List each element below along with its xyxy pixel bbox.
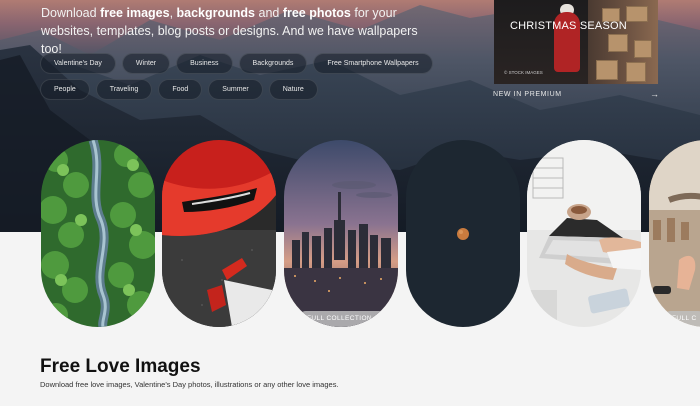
tag-people[interactable]: People bbox=[40, 79, 90, 100]
tag-winter[interactable]: Winter bbox=[121, 53, 171, 74]
hero-intro-highlight[interactable]: free photos bbox=[283, 6, 351, 20]
street-image bbox=[649, 140, 700, 327]
full-collection-button[interactable]: FULL COLLECTION ↗ bbox=[298, 311, 390, 327]
hero-intro-highlight[interactable]: free images bbox=[100, 6, 169, 20]
hero-intro-segment: Download bbox=[41, 6, 101, 20]
tag-row: Valentine's Day Winter Business Backgrounds… bbox=[40, 53, 433, 74]
tag-food[interactable]: Food bbox=[158, 79, 203, 100]
collection-capsule-city[interactable]: FULL COLLECTION ↗ bbox=[284, 140, 398, 327]
hero-intro-segment: and bbox=[255, 6, 283, 20]
premium-card-box bbox=[596, 60, 618, 80]
collection-capsule-street[interactable]: FULL C bbox=[649, 140, 700, 327]
tag-business[interactable]: Business bbox=[176, 53, 233, 74]
premium-card-title: CHRISTMAS SEASON bbox=[510, 20, 627, 32]
city-image bbox=[284, 140, 398, 327]
premium-card-badge: © STOCK IMAGES bbox=[504, 70, 543, 75]
collection-capsule-moon[interactable] bbox=[406, 140, 520, 327]
car-image bbox=[162, 140, 276, 327]
collection-capsule-car[interactable] bbox=[162, 140, 276, 327]
tag-backgrounds[interactable]: Backgrounds bbox=[238, 53, 308, 74]
hero-intro-text: Download free images, backgrounds and fr… bbox=[41, 4, 421, 58]
moon-image bbox=[406, 140, 520, 327]
premium-card-box bbox=[608, 34, 628, 52]
hero-intro-highlight[interactable]: backgrounds bbox=[177, 6, 256, 20]
tag-nature[interactable]: Nature bbox=[268, 79, 318, 100]
hero-intro-segment: , bbox=[169, 6, 177, 20]
premium-card-box bbox=[634, 40, 652, 58]
collection-capsule-laptop[interactable] bbox=[527, 140, 641, 327]
forest-image bbox=[41, 140, 155, 327]
premium-card[interactable]: CHRISTMAS SEASON © STOCK IMAGES bbox=[494, 0, 658, 84]
section-title: Free Love Images bbox=[40, 356, 201, 377]
arrow-right-icon[interactable]: → bbox=[650, 89, 659, 99]
page: Download free images, backgrounds and fr… bbox=[0, 0, 700, 406]
section-description: Download free love images, Valentine's D… bbox=[40, 380, 339, 389]
tag-row: People Traveling Food Summer Nature bbox=[40, 79, 400, 100]
laptop-image bbox=[527, 140, 641, 327]
tag-traveling[interactable]: Traveling bbox=[95, 79, 153, 100]
full-collection-button[interactable]: FULL C bbox=[663, 311, 700, 327]
collection-capsule-forest[interactable] bbox=[41, 140, 155, 327]
tag-summer[interactable]: Summer bbox=[208, 79, 263, 100]
tag-free-smartphone-wallpapers[interactable]: Free Smartphone Wallpapers bbox=[313, 53, 433, 74]
tag-valentine-s-day[interactable]: Valentine's Day bbox=[40, 53, 116, 74]
tag-list: Valentine's Day Winter Business Backgrounds… bbox=[40, 53, 433, 105]
premium-card-box bbox=[626, 62, 646, 82]
premium-card-box bbox=[626, 6, 648, 22]
premium-caption-link[interactable]: NEW IN PREMIUM bbox=[493, 91, 562, 98]
